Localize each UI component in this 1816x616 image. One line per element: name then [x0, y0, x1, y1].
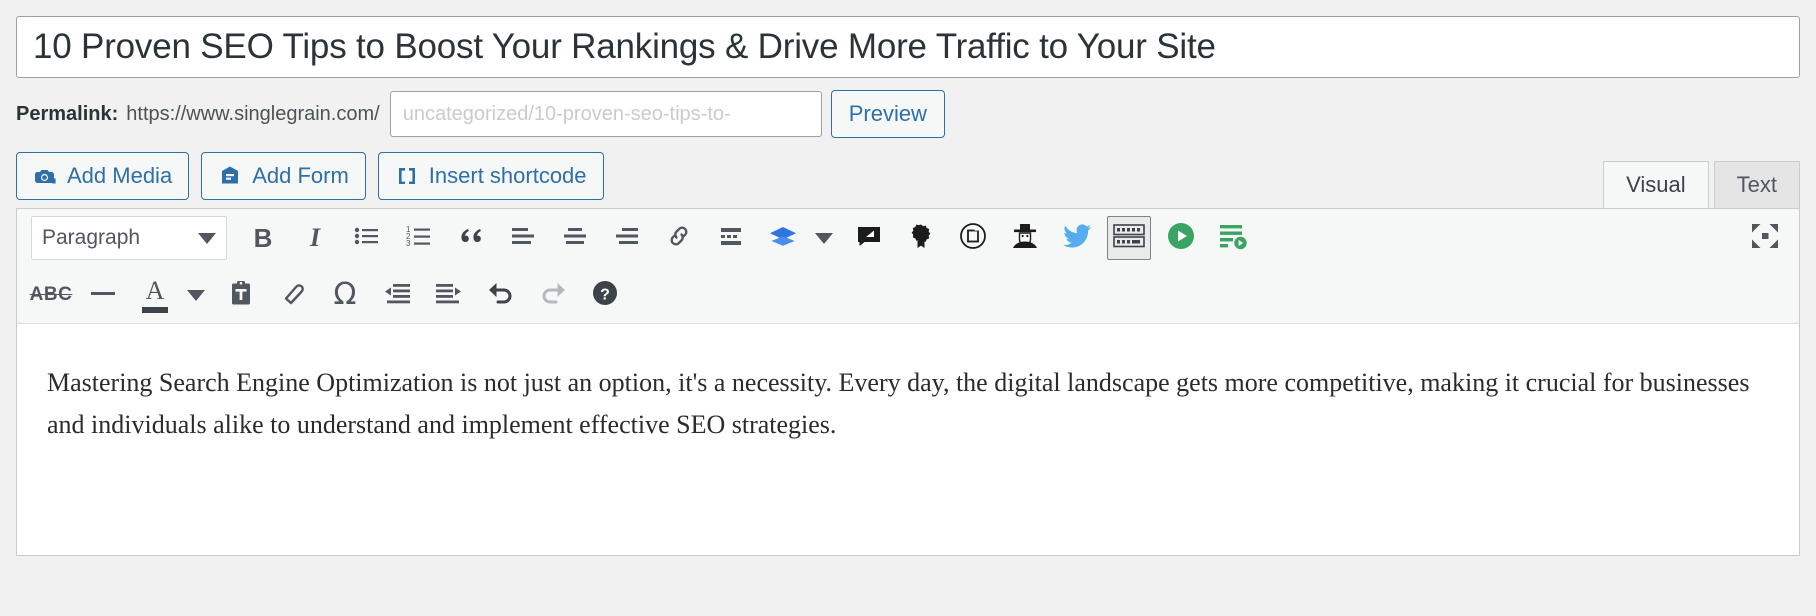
- camera-icon: [33, 164, 57, 188]
- chevron-down-icon: [198, 232, 216, 244]
- text-color-swatch: [142, 306, 168, 313]
- chevron-down-icon: [187, 289, 205, 301]
- align-center-button[interactable]: [553, 216, 597, 260]
- undo-button[interactable]: [479, 273, 523, 317]
- paste-as-text-button[interactable]: [219, 273, 263, 317]
- add-media-button[interactable]: Add Media: [16, 152, 190, 200]
- permalink-slug-input[interactable]: [389, 91, 822, 137]
- add-media-label: Add Media: [67, 163, 173, 188]
- align-center-icon: [562, 224, 588, 253]
- outdent-button[interactable]: [375, 273, 419, 317]
- keyboard-icon: [1112, 223, 1146, 254]
- badge-button[interactable]: [899, 216, 943, 260]
- outdent-icon: [382, 281, 412, 310]
- horizontal-rule-icon: [88, 283, 118, 308]
- strikethrough-button[interactable]: ABC: [29, 273, 73, 317]
- layers-icon: [768, 224, 798, 253]
- add-form-button[interactable]: Add Form: [201, 152, 366, 200]
- layers-button[interactable]: [761, 216, 805, 260]
- italic-icon: I: [309, 223, 321, 252]
- redo-icon: [538, 280, 568, 311]
- italic-button[interactable]: I: [293, 216, 337, 260]
- horizontal-rule-button[interactable]: [81, 273, 125, 317]
- read-more-button[interactable]: [709, 216, 753, 260]
- layers-dropdown-button[interactable]: [809, 216, 839, 260]
- toolbar-row-2: ABC A Ω ?: [17, 267, 1799, 323]
- post-title-input[interactable]: [16, 16, 1800, 78]
- insert-shortcode-label: Insert shortcode: [428, 163, 587, 188]
- media-buttons-row: Add Media Add Form Insert shortcode Visu…: [0, 136, 1816, 208]
- tab-visual[interactable]: Visual: [1603, 161, 1709, 208]
- brackets-icon: [395, 165, 419, 187]
- speech-bubble-icon: [855, 224, 883, 253]
- align-right-icon: [614, 224, 640, 253]
- align-left-button[interactable]: [501, 216, 545, 260]
- blockquote-icon: [457, 224, 485, 253]
- insert-shortcode-button[interactable]: Insert shortcode: [377, 152, 604, 200]
- toolbar-row-1: Paragraph B I 1 2 3: [17, 209, 1799, 267]
- numbered-list-icon: 1 2 3: [405, 224, 433, 253]
- form-icon: [218, 164, 242, 188]
- twitter-bird-icon: [1062, 223, 1092, 254]
- content-paragraph: Mastering Search Engine Optimization is …: [47, 368, 1750, 440]
- clear-formatting-button[interactable]: [271, 273, 315, 317]
- bulleted-list-icon: [353, 224, 381, 253]
- fullscreen-icon: [1750, 222, 1780, 255]
- insert-link-button[interactable]: [657, 216, 701, 260]
- special-character-button[interactable]: Ω: [323, 273, 367, 317]
- title-container: [0, 0, 1816, 78]
- insert-link-icon: [666, 224, 692, 253]
- text-color-letter: A: [145, 275, 165, 305]
- post-editor: Permalink: https://www.singlegrain.com/ …: [0, 0, 1816, 616]
- editor-mode-tabs: Visual Text: [1603, 161, 1800, 208]
- blockquote-button[interactable]: [449, 216, 493, 260]
- play-circle-icon: [1166, 221, 1196, 256]
- post-content-area[interactable]: Mastering Search Engine Optimization is …: [16, 324, 1800, 556]
- indent-button[interactable]: [427, 273, 471, 317]
- special-character-icon: Ω: [333, 277, 357, 312]
- keyboard-shortcuts-button[interactable]: [1107, 216, 1151, 260]
- permalink-base-url: https://www.singlegrain.com/: [126, 102, 380, 125]
- undo-icon: [486, 280, 516, 311]
- indent-icon: [434, 281, 464, 310]
- speech-bubble-button[interactable]: [847, 216, 891, 260]
- text-color-button[interactable]: A: [133, 273, 177, 317]
- playlist-icon: [1218, 222, 1248, 255]
- bold-button[interactable]: B: [241, 216, 285, 260]
- circle-square-icon: [959, 222, 987, 255]
- permalink-label: Permalink:: [16, 102, 119, 125]
- badge-icon: [908, 223, 934, 254]
- help-icon: ?: [591, 279, 619, 312]
- add-form-label: Add Form: [252, 163, 349, 188]
- detective-hat-icon: [1011, 223, 1039, 254]
- text-color-dropdown-button[interactable]: [181, 273, 211, 317]
- svg-text:3: 3: [406, 239, 411, 248]
- paragraph-style-value: Paragraph: [42, 226, 141, 249]
- text-color-icon: A: [142, 275, 168, 313]
- detective-hat-button[interactable]: [1003, 216, 1047, 260]
- paste-as-text-icon: [228, 280, 254, 311]
- circle-square-button[interactable]: [951, 216, 995, 260]
- help-button[interactable]: ?: [583, 273, 627, 317]
- clear-formatting-icon: [279, 281, 307, 310]
- twitter-button[interactable]: [1055, 216, 1099, 260]
- strikethrough-icon: ABC: [29, 284, 73, 305]
- tab-text[interactable]: Text: [1713, 161, 1800, 208]
- numbered-list-button[interactable]: 1 2 3: [397, 216, 441, 260]
- permalink-row: Permalink: https://www.singlegrain.com/ …: [0, 78, 1816, 138]
- editor-toolbar: Paragraph B I 1 2 3 ABC A Ω ?: [16, 208, 1800, 324]
- fullscreen-button[interactable]: [1743, 216, 1787, 260]
- insert-playlist-button[interactable]: [1211, 216, 1255, 260]
- chevron-down-icon: [815, 232, 833, 244]
- align-right-button[interactable]: [605, 216, 649, 260]
- bold-icon: B: [253, 222, 273, 253]
- redo-button[interactable]: [531, 273, 575, 317]
- align-left-icon: [510, 224, 536, 253]
- read-more-icon: [718, 224, 744, 253]
- svg-text:?: ?: [600, 286, 610, 303]
- insert-video-button[interactable]: [1159, 216, 1203, 260]
- preview-button[interactable]: Preview: [830, 90, 945, 138]
- paragraph-style-select[interactable]: Paragraph: [31, 216, 227, 260]
- bulleted-list-button[interactable]: [345, 216, 389, 260]
